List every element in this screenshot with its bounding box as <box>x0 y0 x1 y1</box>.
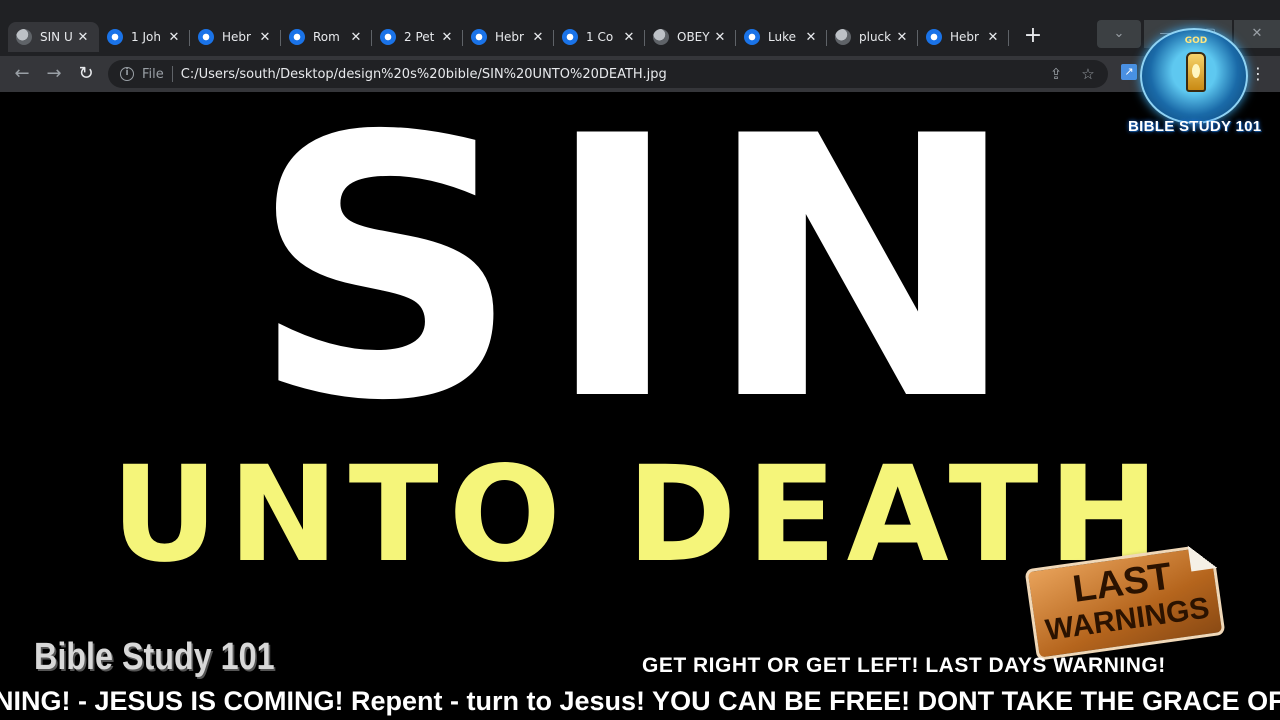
bible-site-icon <box>107 29 123 45</box>
tab-close-icon[interactable]: ✕ <box>530 30 546 45</box>
globe-icon <box>653 29 669 45</box>
close-window-button[interactable]: ✕ <box>1234 20 1280 48</box>
tab-title: Hebr <box>495 30 524 44</box>
tab-close-icon[interactable]: ✕ <box>348 30 364 45</box>
bookmark-star-icon[interactable]: ☆ <box>1076 60 1100 88</box>
bible-site-icon <box>744 29 760 45</box>
tab-close-icon[interactable]: ✕ <box>257 30 273 45</box>
tab-title: Hebr <box>950 30 979 44</box>
watermark-text: Bible Study 101 <box>34 636 275 678</box>
browser-tab[interactable]: OBEY ✕ <box>645 22 736 52</box>
back-button[interactable]: ← <box>8 60 36 88</box>
tab-strip: SIN U ✕ 1 Joh ✕ Hebr ✕ Rom ✕ 2 Pet ✕ Hebr ✕ 1 Co ✕ OBE… <box>0 0 1280 56</box>
warning-caption: GET RIGHT OR GET LEFT! LAST DAYS WARNING… <box>642 654 1166 677</box>
browser-tab[interactable]: Luke ✕ <box>736 22 827 52</box>
url-text[interactable]: C:/Users/south/Desktop/design%20s%20bibl… <box>181 67 667 82</box>
tab-close-icon[interactable]: ✕ <box>985 30 1001 45</box>
tab-close-icon[interactable]: ✕ <box>75 30 91 45</box>
address-bar[interactable]: i File C:/Users/south/Desktop/design%20s… <box>108 60 1108 88</box>
bible-site-icon <box>471 29 487 45</box>
tab-close-icon[interactable]: ✕ <box>712 30 728 45</box>
ticker-text: NING! - JESUS IS COMING! Repent - turn t… <box>0 686 1280 716</box>
info-icon[interactable]: i <box>120 67 134 81</box>
browser-tab[interactable]: Hebr ✕ <box>918 22 1009 52</box>
browser-tab[interactable]: Hebr ✕ <box>190 22 281 52</box>
new-tab-button[interactable]: + <box>1022 25 1044 47</box>
tab-close-icon[interactable]: ✕ <box>803 30 819 45</box>
file-scheme-label: File <box>142 66 164 82</box>
browser-tab[interactable]: Rom ✕ <box>281 22 372 52</box>
tab-close-icon[interactable]: ✕ <box>621 30 637 45</box>
tab-title: Luke <box>768 30 796 44</box>
tab-title: SIN U <box>40 30 73 44</box>
bible-site-icon <box>380 29 396 45</box>
channel-logo: GOD <box>1140 28 1248 124</box>
bible-site-icon <box>289 29 305 45</box>
logo-god-text: GOD <box>1184 36 1208 46</box>
tab-title: 2 Pet <box>404 30 435 44</box>
reload-button[interactable]: ↻ <box>72 60 100 88</box>
bible-site-icon <box>562 29 578 45</box>
tab-title: OBEY <box>677 30 710 44</box>
bible-site-icon <box>926 29 942 45</box>
globe-icon <box>16 29 32 45</box>
tab-close-icon[interactable]: ✕ <box>894 30 910 45</box>
browser-tab[interactable]: Hebr ✕ <box>463 22 554 52</box>
headline-sin: SIN <box>248 92 1042 479</box>
tab-list: SIN U ✕ 1 Joh ✕ Hebr ✕ Rom ✕ 2 Pet ✕ Hebr ✕ 1 Co ✕ OBE… <box>8 22 1009 52</box>
browser-tab[interactable]: pluck ✕ <box>827 22 918 52</box>
forward-button[interactable]: → <box>40 60 68 88</box>
channel-logo-text: BIBLE STUDY 101 <box>1128 118 1262 135</box>
globe-icon <box>835 29 851 45</box>
browser-menu-icon[interactable]: ⋮ <box>1250 60 1266 88</box>
tab-close-icon[interactable]: ✕ <box>439 30 455 45</box>
tab-search-button[interactable]: ⌄ <box>1097 20 1141 48</box>
browser-tab[interactable]: SIN U ✕ <box>8 22 99 52</box>
browser-tab[interactable]: 1 Co ✕ <box>554 22 645 52</box>
tab-title: Hebr <box>222 30 251 44</box>
tab-title: pluck <box>859 30 892 44</box>
extension-icon[interactable]: ↗ <box>1121 64 1137 80</box>
share-icon[interactable]: ⇪ <box>1044 60 1068 88</box>
scrolling-ticker: NING! - JESUS IS COMING! Repent - turn t… <box>0 684 1280 720</box>
browser-tab[interactable]: 1 Joh ✕ <box>99 22 190 52</box>
bible-site-icon <box>198 29 214 45</box>
tab-title: Rom <box>313 30 340 44</box>
browser-toolbar: ← → ↻ i File C:/Users/south/Desktop/desi… <box>0 56 1280 92</box>
tab-title: 1 Co <box>586 30 614 44</box>
subheadline-unto-death: UNTO DEATH <box>110 438 1170 592</box>
browser-tab[interactable]: 2 Pet ✕ <box>372 22 463 52</box>
lantern-icon <box>1186 52 1206 92</box>
tab-separator <box>1008 30 1009 46</box>
tab-close-icon[interactable]: ✕ <box>166 30 182 45</box>
tab-title: 1 Joh <box>131 30 161 44</box>
omnibox-divider <box>171 66 173 82</box>
